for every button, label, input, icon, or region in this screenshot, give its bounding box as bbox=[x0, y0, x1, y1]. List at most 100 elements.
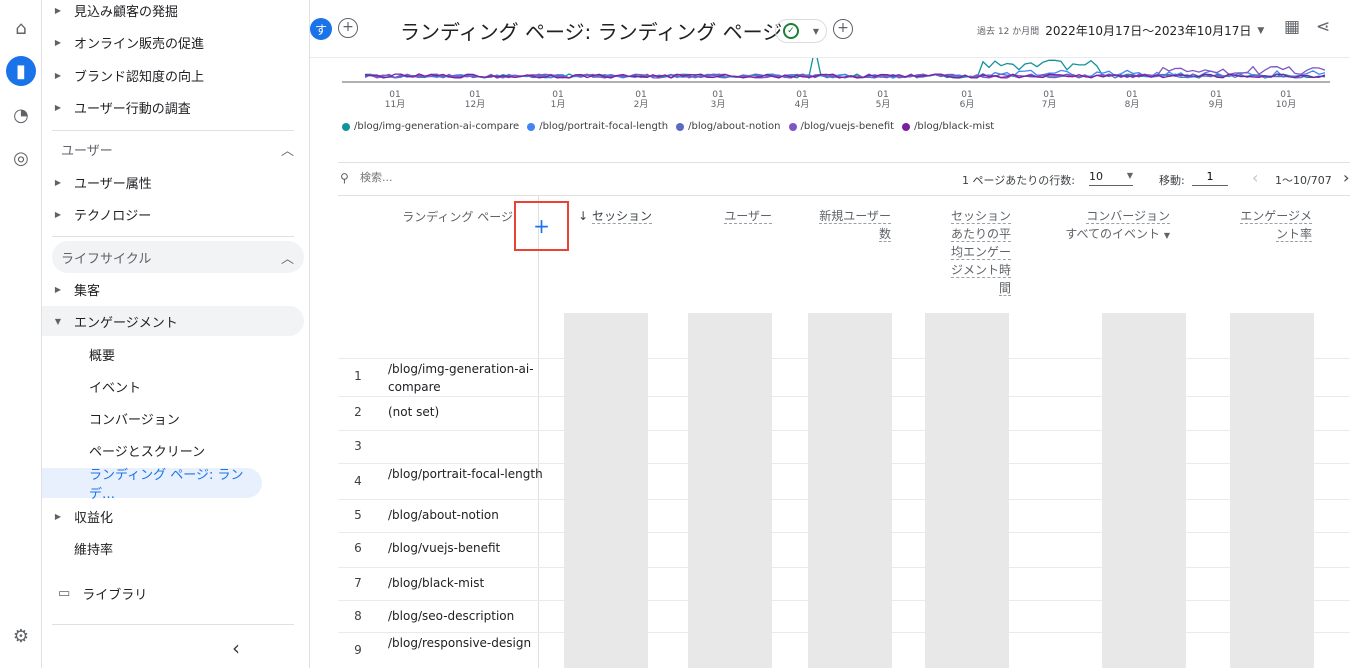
date-range-label: 過去 12 か月間 bbox=[977, 27, 1040, 37]
sidebar-item-leads[interactable]: ▶ 見込み顧客の発掘 bbox=[42, 0, 304, 25]
add-dimension-button[interactable]: + bbox=[514, 201, 569, 251]
x-tick-day: 01 bbox=[1280, 90, 1291, 100]
customize-report-icon[interactable]: ▦ bbox=[1284, 17, 1300, 37]
main-content: す + ランディング ページ: ランディング ページ ✓ ▼ + 過去 12 か… bbox=[310, 0, 1350, 668]
caret-right-icon: ▶ bbox=[54, 70, 62, 80]
column-header-label: セッションあたりの平均エンゲージメント時間 bbox=[950, 209, 1011, 296]
sidebar-item-acquisition[interactable]: ▶ 集客 bbox=[42, 274, 304, 304]
pagination-status: 1〜10/707 bbox=[1275, 174, 1332, 187]
reports-icon[interactable]: ▮ bbox=[6, 56, 36, 86]
section-user[interactable]: ユーザー ︿ bbox=[52, 133, 304, 165]
add-card-icon[interactable]: + bbox=[833, 19, 853, 39]
sidebar-item-monetization[interactable]: ▶ 収益化 bbox=[42, 501, 304, 531]
x-tick-day: 01 bbox=[877, 90, 888, 100]
landing-page-cell[interactable]: /blog/black-mist bbox=[388, 574, 548, 592]
legend-label: /blog/img-generation-ai-compare bbox=[354, 121, 520, 132]
caret-right-icon: ▶ bbox=[54, 177, 62, 187]
chevron-up-icon: ︿ bbox=[280, 143, 294, 159]
legend-item[interactable]: /blog/img-generation-ai-compare bbox=[342, 121, 519, 132]
caret-down-icon: ▼ bbox=[54, 316, 62, 326]
redacted-column bbox=[688, 313, 772, 668]
sidebar-item-label: ページとスクリーン bbox=[89, 444, 206, 460]
column-header-new-users[interactable]: 新規ユーザー数 bbox=[815, 207, 891, 243]
share-icon[interactable]: ⋖ bbox=[1316, 17, 1330, 37]
section-label: ライフサイクル bbox=[61, 251, 152, 267]
avatar[interactable]: す bbox=[310, 18, 332, 40]
home-icon[interactable]: ⌂ bbox=[6, 13, 36, 43]
settings-icon[interactable]: ⚙ bbox=[6, 621, 36, 651]
column-header-avg-engagement[interactable]: セッションあたりの平均エンゲージメント時間 bbox=[945, 207, 1011, 297]
sidebar-item-label: 維持率 bbox=[74, 542, 114, 558]
sidebar-item-label: 見込み顧客の発掘 bbox=[74, 4, 179, 20]
sidebar-item-library[interactable]: ▭ ライブラリ bbox=[42, 578, 304, 608]
date-range-picker[interactable]: 過去 12 か月間 2022年10月17日〜2023年10月17日 ▼ bbox=[977, 22, 1264, 39]
x-tick-month: 9月 bbox=[1209, 99, 1224, 110]
x-tick-month: 6月 bbox=[960, 99, 975, 110]
page-title: ランディング ページ: ランディング ページ bbox=[400, 20, 783, 44]
sidebar-item-events[interactable]: イベント bbox=[42, 371, 304, 401]
legend-dot-icon bbox=[788, 122, 797, 131]
next-page-icon[interactable]: › bbox=[1343, 168, 1349, 187]
sidebar-item-label: イベント bbox=[89, 380, 142, 396]
chart-legend: /blog/img-generation-ai-compare/blog/por… bbox=[342, 121, 994, 132]
sidebar-item-conversions[interactable]: コンバージョン bbox=[42, 403, 304, 433]
sidebar-item-brand-awareness[interactable]: ▶ ブランド認知度の向上 bbox=[42, 60, 304, 90]
column-header-engagement-rate[interactable]: エンゲージメント率 bbox=[1236, 207, 1312, 243]
sidebar-item-engagement[interactable]: ▼ エンゲージメント bbox=[42, 306, 304, 336]
row-number: 2 bbox=[354, 405, 362, 419]
section-lifecycle[interactable]: ライフサイクル ︿ bbox=[52, 241, 304, 273]
sidebar-item-label: ユーザー行動の調査 bbox=[74, 101, 191, 117]
landing-page-cell[interactable]: (not set) bbox=[388, 403, 548, 421]
goto-input[interactable] bbox=[1192, 168, 1228, 186]
rows-per-page-select[interactable]: 10 ▼ bbox=[1089, 168, 1133, 186]
explore-icon[interactable]: ◔ bbox=[6, 100, 36, 130]
sidebar-item-label: コンバージョン bbox=[89, 412, 180, 428]
landing-page-cell[interactable]: /blog/about-notion bbox=[388, 506, 548, 524]
report-status-dropdown[interactable]: ✓ ▼ bbox=[775, 19, 827, 43]
collapse-sidebar-icon[interactable]: ‹ bbox=[232, 636, 240, 660]
column-header-landing-page[interactable]: ランディング ページ bbox=[393, 208, 513, 226]
chevron-up-icon: ︿ bbox=[280, 251, 294, 267]
chevron-down-icon: ▼ bbox=[812, 26, 820, 36]
x-tick-month: 5月 bbox=[876, 99, 891, 110]
landing-page-cell[interactable]: /blog/img-generation-ai-compare bbox=[388, 360, 548, 396]
x-tick-month: 11月 bbox=[385, 99, 405, 110]
advertising-icon[interactable]: ◎ bbox=[6, 143, 36, 173]
x-tick-day: 01 bbox=[796, 90, 807, 100]
x-tick-day: 01 bbox=[961, 90, 972, 100]
legend-item[interactable]: /blog/about-notion bbox=[676, 121, 781, 132]
legend-item[interactable]: /blog/black-mist bbox=[902, 121, 994, 132]
x-tick-month: 7月 bbox=[1042, 99, 1057, 110]
caret-right-icon: ▶ bbox=[54, 209, 62, 219]
sidebar-item-demographics[interactable]: ▶ ユーザー属性 bbox=[42, 167, 304, 197]
divider bbox=[52, 130, 294, 131]
legend-label: /blog/portrait-focal-length bbox=[539, 121, 669, 132]
sort-down-icon: ↓ bbox=[578, 209, 592, 223]
sidebar-item-label: テクノロジー bbox=[74, 208, 152, 224]
sidebar-item-user-behavior[interactable]: ▶ ユーザー行動の調査 bbox=[42, 92, 304, 122]
sidebar-item-technology[interactable]: ▶ テクノロジー bbox=[42, 199, 304, 229]
folder-icon: ▭ bbox=[58, 585, 71, 601]
landing-page-cell[interactable]: /blog/portrait-focal-length bbox=[388, 465, 548, 483]
column-header-users[interactable]: ユーザー bbox=[692, 207, 772, 225]
search-input[interactable] bbox=[360, 171, 520, 184]
redacted-column bbox=[564, 313, 648, 668]
column-header-sessions[interactable]: ↓ セッション bbox=[572, 207, 652, 225]
sidebar-item-landing-page[interactable]: ランディング ページ: ランデ… bbox=[42, 468, 262, 502]
conversions-event-select[interactable]: すべてのイベント ▼ bbox=[1040, 225, 1170, 245]
chevron-down-icon: ▼ bbox=[1163, 231, 1170, 240]
landing-page-cell[interactable]: /blog/seo-description bbox=[388, 607, 548, 625]
sidebar-item-retention[interactable]: 維持率 bbox=[42, 533, 304, 563]
sidebar-item-pages-screens[interactable]: ページとスクリーン bbox=[42, 435, 304, 465]
legend-item[interactable]: /blog/vuejs-benefit bbox=[788, 121, 894, 132]
add-comparison-icon[interactable]: + bbox=[338, 18, 358, 38]
legend-item[interactable]: /blog/portrait-focal-length bbox=[527, 121, 668, 132]
column-header-conversions[interactable]: コンバージョン すべてのイベント ▼ bbox=[1040, 207, 1170, 245]
sidebar-item-online-sales[interactable]: ▶ オンライン販売の促進 bbox=[42, 27, 304, 57]
landing-page-cell[interactable]: /blog/vuejs-benefit bbox=[388, 539, 548, 557]
x-axis-ticks: 0111月0112月011月012月013月014月015月016月017月01… bbox=[385, 90, 1296, 110]
prev-page-icon[interactable]: ‹ bbox=[1252, 168, 1258, 187]
sidebar-item-overview[interactable]: 概要 bbox=[42, 339, 304, 369]
landing-page-cell[interactable]: /blog/responsive-design bbox=[388, 634, 548, 652]
redacted-column bbox=[925, 313, 1009, 668]
